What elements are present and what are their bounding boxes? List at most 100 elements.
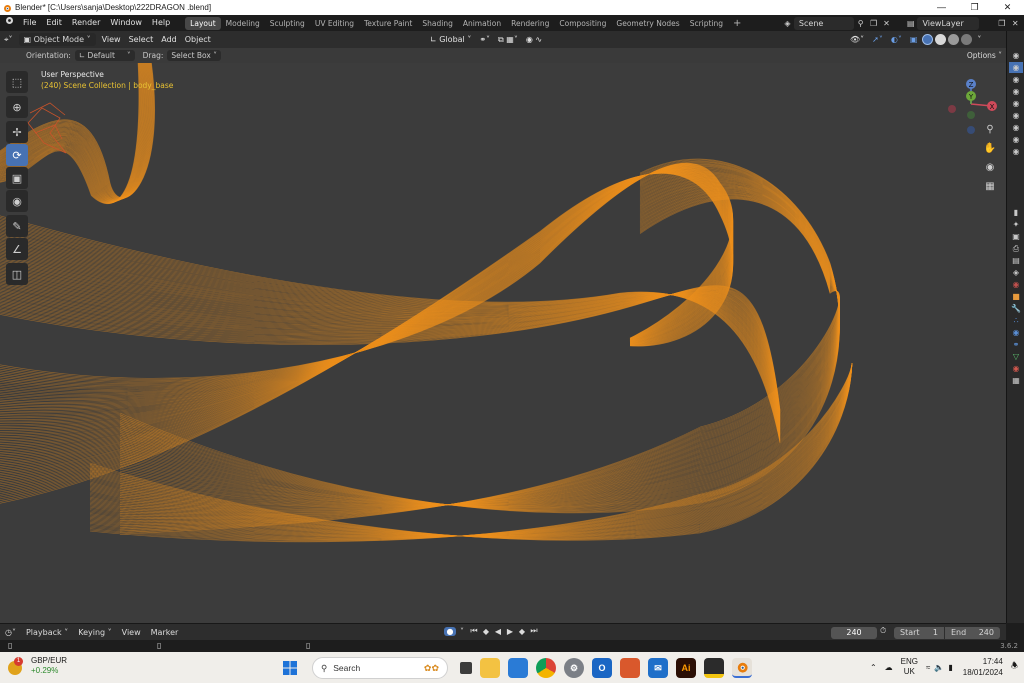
ortho-grid-icon[interactable]: ▦: [982, 179, 998, 195]
camera-visibility-icon[interactable]: ◉: [1009, 50, 1023, 61]
select-box-tool[interactable]: ⬚: [6, 71, 28, 93]
volume-icon[interactable]: 🔈: [934, 663, 944, 672]
material-properties-icon[interactable]: ◉: [1009, 363, 1023, 374]
particles-icon[interactable]: ∴: [1009, 315, 1023, 326]
wifi-icon[interactable]: ≈: [926, 663, 930, 672]
scene-name[interactable]: Scene: [793, 16, 855, 30]
cursor-tool[interactable]: ⊕: [6, 96, 28, 118]
windows-start-icon[interactable]: [280, 658, 300, 678]
start-frame-field[interactable]: Start 1: [894, 627, 944, 639]
jump-end-icon[interactable]: ⏭: [528, 626, 540, 636]
editor-type-icon[interactable]: ⌖˅: [0, 31, 17, 48]
camera-visibility-icon[interactable]: ◉: [1009, 86, 1023, 97]
battery-icon[interactable]: ▮: [948, 663, 952, 672]
menu-marker[interactable]: Marker: [146, 624, 184, 641]
menu-render[interactable]: Render: [67, 15, 105, 31]
outlook-icon[interactable]: O: [592, 658, 612, 678]
measure-tool[interactable]: ∠: [6, 238, 28, 260]
data-properties-icon[interactable]: ▽: [1009, 351, 1023, 362]
scale-tool[interactable]: ▣: [6, 167, 28, 189]
orientation-dropdown[interactable]: ∟ Default ˅: [74, 50, 135, 61]
shading-options-icon[interactable]: ˅: [973, 31, 985, 48]
shading-material-icon[interactable]: [948, 34, 960, 45]
menu-add[interactable]: Add: [157, 31, 181, 48]
overlays-icon[interactable]: ◐˅: [887, 31, 906, 48]
camera-visibility-icon[interactable]: ◉: [1009, 110, 1023, 121]
menu-timeline-view[interactable]: View: [117, 624, 146, 641]
render-properties-icon[interactable]: ▣: [1009, 231, 1023, 242]
play-icon[interactable]: ▶: [504, 627, 516, 636]
task-view-icon[interactable]: [460, 662, 472, 674]
stopwatch-icon[interactable]: ⏱: [880, 626, 886, 636]
pan-hand-icon[interactable]: ✋: [982, 141, 998, 157]
tab-modeling[interactable]: Modeling: [221, 17, 265, 30]
3d-viewport[interactable]: User Perspective (240) Scene Collection …: [0, 63, 1006, 623]
camera-visibility-icon[interactable]: ◉: [1009, 134, 1023, 145]
current-frame-field[interactable]: 240: [831, 627, 877, 639]
tab-rendering[interactable]: Rendering: [506, 17, 554, 30]
tab-shading[interactable]: Shading: [417, 17, 457, 30]
camera-visibility-icon[interactable]: ◉: [1009, 146, 1023, 157]
visibility-icon[interactable]: 👁˅: [846, 31, 868, 48]
add-workspace-button[interactable]: +: [728, 17, 746, 30]
shading-rendered-icon[interactable]: [961, 34, 973, 45]
object-properties-icon[interactable]: ■: [1009, 291, 1023, 302]
tab-scripting[interactable]: Scripting: [685, 17, 728, 30]
taskbar-search-input[interactable]: ⚲ Search ✿✿: [312, 657, 448, 679]
jump-start-icon[interactable]: ⏮: [468, 626, 480, 636]
auto-keying-icon[interactable]: ●: [444, 626, 456, 636]
output-properties-icon[interactable]: ⎙: [1009, 243, 1023, 254]
view-layer-icon[interactable]: ▤: [1009, 255, 1023, 266]
app-orange-icon[interactable]: [620, 658, 640, 678]
notifications-bell-icon[interactable]: 🕭: [1011, 660, 1018, 674]
mode-dropdown[interactable]: ▣ Object Mode ˅: [18, 33, 96, 46]
cloud-icon[interactable]: ☁: [885, 663, 893, 672]
shading-solid-icon[interactable]: [935, 34, 947, 45]
proportional-edit-icon[interactable]: ◉ ∿: [522, 31, 546, 48]
language-indicator[interactable]: ENG UK: [901, 657, 918, 677]
minimize-button[interactable]: —: [925, 0, 958, 15]
expand-handle-icon[interactable]: ▮: [1009, 207, 1023, 218]
delete-scene-icon[interactable]: ✕: [882, 18, 891, 29]
menu-object[interactable]: Object: [181, 31, 215, 48]
camera-visibility-icon[interactable]: ◉: [1009, 62, 1023, 73]
tool-properties-icon[interactable]: ✦: [1009, 219, 1023, 230]
play-reverse-icon[interactable]: ◀: [492, 627, 504, 636]
move-tool[interactable]: ✢: [6, 121, 28, 143]
xray-icon[interactable]: ▣: [906, 31, 922, 48]
chrome-icon[interactable]: [536, 658, 556, 678]
texture-properties-icon[interactable]: ▦: [1009, 375, 1023, 386]
tab-geometry-nodes[interactable]: Geometry Nodes: [611, 17, 684, 30]
prev-keyframe-icon[interactable]: ◆: [480, 627, 492, 636]
camera-visibility-icon[interactable]: ◉: [1009, 98, 1023, 109]
store-icon[interactable]: [508, 658, 528, 678]
mail-icon[interactable]: ✉: [648, 658, 668, 678]
menu-keying[interactable]: Keying ˅: [73, 624, 116, 641]
options-dropdown[interactable]: Options ˅: [967, 50, 1002, 61]
transform-tool[interactable]: ◉: [6, 190, 28, 212]
illustrator-icon[interactable]: Ai: [676, 658, 696, 678]
new-scene-icon[interactable]: ❐: [869, 18, 878, 29]
menu-edit[interactable]: Edit: [41, 15, 67, 31]
zoom-icon[interactable]: ⚲: [982, 122, 998, 138]
camera-visibility-icon[interactable]: ◉: [1009, 74, 1023, 85]
scene-properties-icon[interactable]: ◈: [1009, 267, 1023, 278]
blender-taskbar-icon[interactable]: [732, 658, 752, 678]
menu-help[interactable]: Help: [147, 15, 175, 31]
constraints-icon[interactable]: ⚭: [1009, 339, 1023, 350]
tray-overflow-icon[interactable]: ⌃: [870, 663, 877, 672]
camera-view-icon[interactable]: ◉: [982, 160, 998, 176]
keying-set-icon[interactable]: ˅: [456, 627, 468, 636]
viewlayer-selector[interactable]: ▤ ViewLayer ❐ ✕: [904, 16, 1022, 30]
menu-file[interactable]: File: [18, 15, 41, 31]
blender-menu-icon[interactable]: [0, 15, 18, 31]
widgets-button[interactable]: 1 GBP/EUR +0.29%: [8, 656, 67, 676]
close-button[interactable]: ✕: [991, 0, 1024, 15]
modifier-properties-icon[interactable]: 🔧: [1009, 303, 1023, 314]
menu-select[interactable]: Select: [125, 31, 158, 48]
transform-orientation-dropdown[interactable]: ∟ Global ˅: [426, 31, 475, 48]
viewlayer-name[interactable]: ViewLayer: [917, 16, 980, 30]
add-cube-tool[interactable]: ◫: [6, 263, 28, 285]
world-properties-icon[interactable]: ◉: [1009, 279, 1023, 290]
next-keyframe-icon[interactable]: ◆: [516, 627, 528, 636]
